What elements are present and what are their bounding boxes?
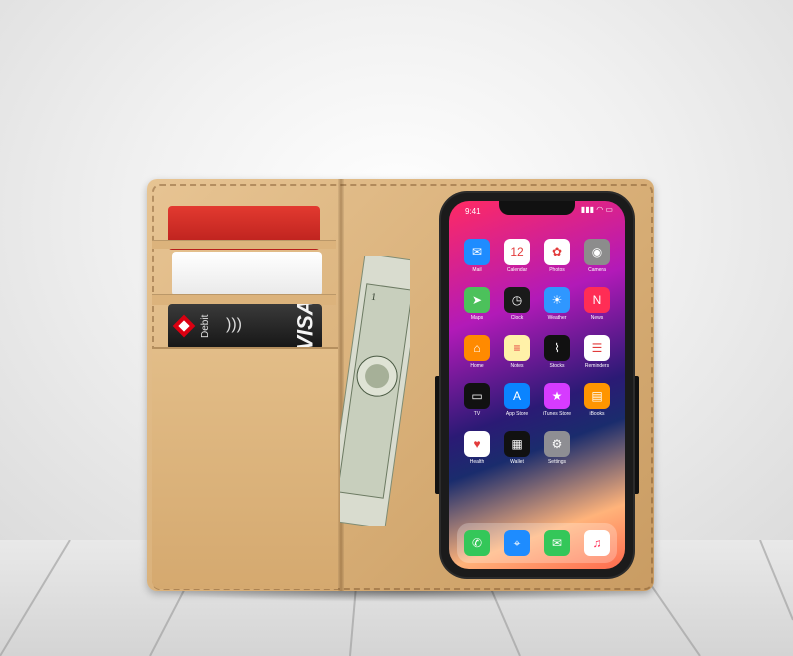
white-card bbox=[172, 252, 322, 296]
weather-icon[interactable]: ☀ bbox=[544, 287, 570, 313]
app-label: Home bbox=[470, 363, 484, 369]
dollar-bill: 1 bbox=[340, 256, 410, 526]
reminders-icon[interactable]: ☰ bbox=[584, 335, 610, 361]
app-label: Weather bbox=[547, 315, 567, 321]
app-store-icon[interactable]: A bbox=[504, 383, 530, 409]
mail-icon[interactable]: ✉ bbox=[464, 239, 490, 265]
app-label: TV bbox=[473, 411, 481, 417]
health-icon[interactable]: ♥ bbox=[464, 431, 490, 457]
bank-logo bbox=[172, 314, 196, 338]
holder-tab-right bbox=[633, 376, 639, 494]
app-label: Notes bbox=[510, 363, 524, 369]
music-icon[interactable]: ♫ bbox=[584, 530, 610, 556]
news-icon[interactable]: N bbox=[584, 287, 610, 313]
card-slot-1 bbox=[152, 240, 336, 249]
app-label: Reminders bbox=[584, 363, 610, 369]
smartphone: 9:41 ▮▮▮ ◠ ▭ ✉ Mail 12 Calendar ✿ Photos ◉ Came… bbox=[441, 193, 633, 577]
stocks-icon[interactable]: ⌇ bbox=[544, 335, 570, 361]
app-label: Settings bbox=[547, 459, 567, 465]
maps-icon[interactable]: ➤ bbox=[464, 287, 490, 313]
settings-icon[interactable]: ⚙ bbox=[544, 431, 570, 457]
product-photo: Debit ))) VISA 1 9:41 ▮▮▮ ◠ ▭ ✉ Mail 12 Cal… bbox=[0, 0, 793, 656]
tv-icon[interactable]: ▭ bbox=[464, 383, 490, 409]
status-icons: ▮▮▮ ◠ ▭ bbox=[580, 205, 613, 214]
home-icon[interactable]: ⌂ bbox=[464, 335, 490, 361]
app-label: Clock bbox=[510, 315, 524, 321]
app-label: Camera bbox=[588, 267, 606, 273]
app-label: Wallet bbox=[510, 459, 524, 465]
wallet-icon[interactable]: ▦ bbox=[504, 431, 530, 457]
visa-logo: VISA bbox=[292, 304, 318, 350]
clock-icon[interactable]: ◷ bbox=[504, 287, 530, 313]
contactless-icon: ))) bbox=[226, 316, 242, 333]
app-label: News bbox=[590, 315, 604, 321]
debit-card: Debit ))) VISA bbox=[168, 304, 322, 350]
app-dock: ✆ ⌖ ✉ ♫ bbox=[457, 523, 617, 563]
books-icon[interactable]: ▤ bbox=[584, 383, 610, 409]
app-label: Mail bbox=[472, 267, 482, 273]
app-label: Calendar bbox=[506, 267, 528, 273]
app-label: iTunes Store bbox=[542, 411, 572, 417]
large-pocket bbox=[152, 347, 338, 589]
debit-label: Debit bbox=[200, 314, 211, 338]
app-label: Health bbox=[469, 459, 485, 465]
safari-icon[interactable]: ⌖ bbox=[504, 530, 530, 556]
status-time: 9:41 bbox=[465, 207, 481, 216]
phone-notch bbox=[499, 201, 575, 215]
app-label: Photos bbox=[549, 267, 565, 273]
camera-icon[interactable]: ◉ bbox=[584, 239, 610, 265]
app-label: iBooks bbox=[589, 411, 605, 417]
calendar-icon[interactable]: 12 bbox=[504, 239, 530, 265]
notes-icon[interactable]: ≡ bbox=[504, 335, 530, 361]
app-label: Stocks bbox=[549, 363, 565, 369]
photos-icon[interactable]: ✿ bbox=[544, 239, 570, 265]
messages-icon[interactable]: ✉ bbox=[544, 530, 570, 556]
app-label: Maps bbox=[470, 315, 484, 321]
itunes-store-icon[interactable]: ★ bbox=[544, 383, 570, 409]
phone-icon[interactable]: ✆ bbox=[464, 530, 490, 556]
phone-screen: 9:41 ▮▮▮ ◠ ▭ ✉ Mail 12 Calendar ✿ Photos ◉ Came… bbox=[449, 201, 625, 569]
app-label: App Store bbox=[505, 411, 529, 417]
